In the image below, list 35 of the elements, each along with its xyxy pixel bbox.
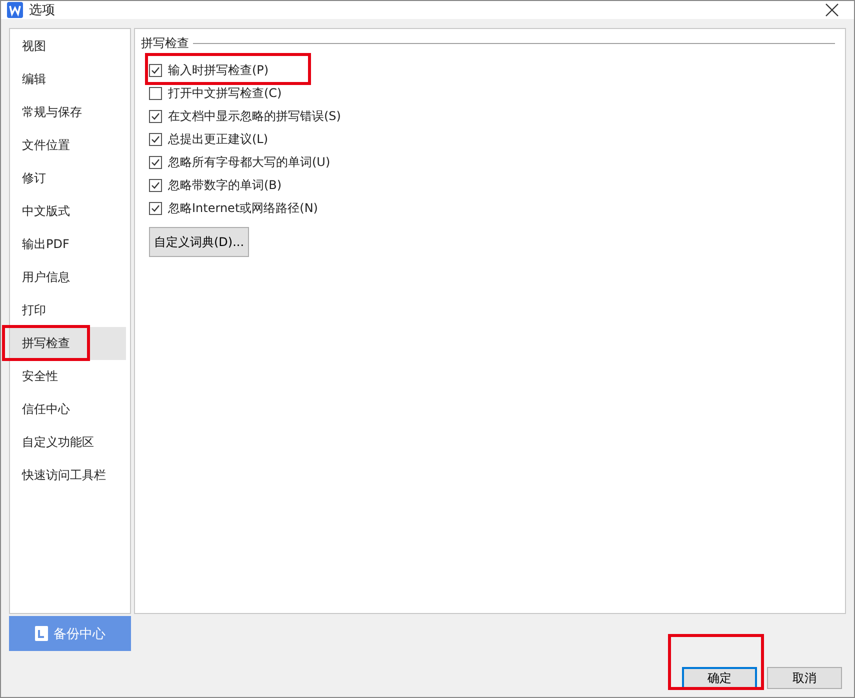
sidebar-item[interactable]: 文件位置	[10, 129, 126, 162]
sidebar-item[interactable]: 安全性	[10, 360, 126, 393]
checkbox[interactable]	[149, 87, 162, 100]
sidebar-item[interactable]: 用户信息	[10, 261, 126, 294]
checkbox-label[interactable]: 总提出更正建议(L)	[168, 131, 268, 148]
cancel-button[interactable]: 取消	[767, 667, 842, 689]
checkbox-label[interactable]: 忽略Internet或网络路径(N)	[168, 200, 318, 217]
custom-dictionary-button[interactable]: 自定义词典(D)...	[149, 227, 250, 257]
checkbox-label[interactable]: 忽略所有字母都大写的单词(U)	[168, 154, 330, 171]
checkbox[interactable]	[149, 156, 162, 169]
sidebar-item[interactable]: 拼写检查	[10, 327, 126, 360]
sidebar-item[interactable]: 自定义功能区	[10, 426, 126, 459]
checkbox-label[interactable]: 在文档中显示忽略的拼写错误(S)	[168, 108, 341, 125]
section-title: 拼写检查	[141, 35, 189, 52]
sidebar-item[interactable]: 修订	[10, 162, 126, 195]
sidebar-item[interactable]: 打印	[10, 294, 126, 327]
checkbox[interactable]	[149, 64, 162, 77]
checkbox[interactable]	[149, 110, 162, 123]
sidebar-item[interactable]: 输出PDF	[10, 228, 126, 261]
checkbox[interactable]	[149, 202, 162, 215]
checkbox[interactable]	[149, 133, 162, 146]
sidebar-item[interactable]: 信任中心	[10, 393, 126, 426]
close-icon[interactable]	[824, 2, 840, 18]
backup-icon	[34, 626, 48, 641]
sidebar-item[interactable]: 编辑	[10, 63, 126, 96]
ok-button[interactable]: 确定	[682, 667, 757, 689]
checkbox-label[interactable]: 打开中文拼写检查(C)	[168, 85, 282, 102]
checkbox-label[interactable]: 输入时拼写检查(P)	[168, 62, 269, 79]
sidebar-item[interactable]: 常规与保存	[10, 96, 126, 129]
sidebar-item[interactable]: 中文版式	[10, 195, 126, 228]
window-title: 选项	[29, 2, 56, 19]
checkbox[interactable]	[149, 179, 162, 192]
checkbox-label[interactable]: 忽略带数字的单词(B)	[168, 177, 282, 194]
sidebar-item[interactable]: 快速访问工具栏	[10, 459, 126, 492]
sidebar-item[interactable]: 视图	[10, 30, 126, 63]
